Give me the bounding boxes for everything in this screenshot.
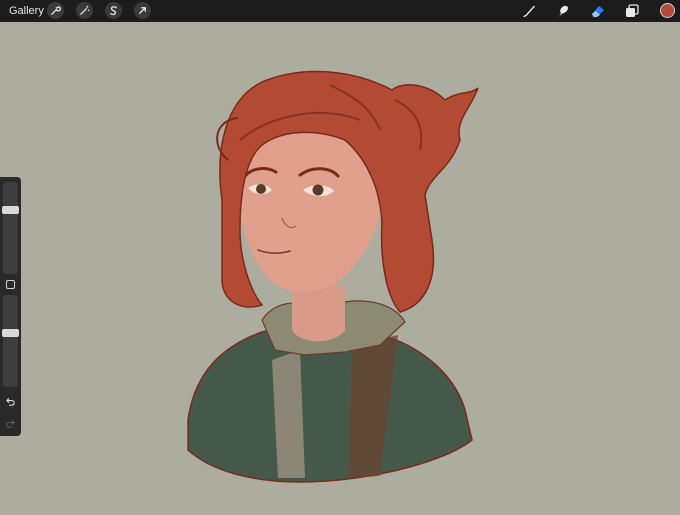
drawing-canvas[interactable] xyxy=(0,22,680,510)
selection-icon[interactable] xyxy=(105,2,122,19)
top-toolbar: Gallery xyxy=(0,0,680,22)
eraser-icon[interactable] xyxy=(590,3,606,19)
brush-icon[interactable] xyxy=(521,3,537,19)
magic-wand-icon[interactable] xyxy=(76,2,93,19)
character-illustration xyxy=(187,70,479,483)
gallery-button[interactable]: Gallery xyxy=(9,4,44,18)
layers-icon[interactable] xyxy=(624,3,640,19)
color-picker-swatch[interactable] xyxy=(660,3,675,18)
smudge-icon[interactable] xyxy=(555,3,571,19)
wrench-icon[interactable] xyxy=(47,2,64,19)
transform-arrow-icon[interactable] xyxy=(134,2,151,19)
